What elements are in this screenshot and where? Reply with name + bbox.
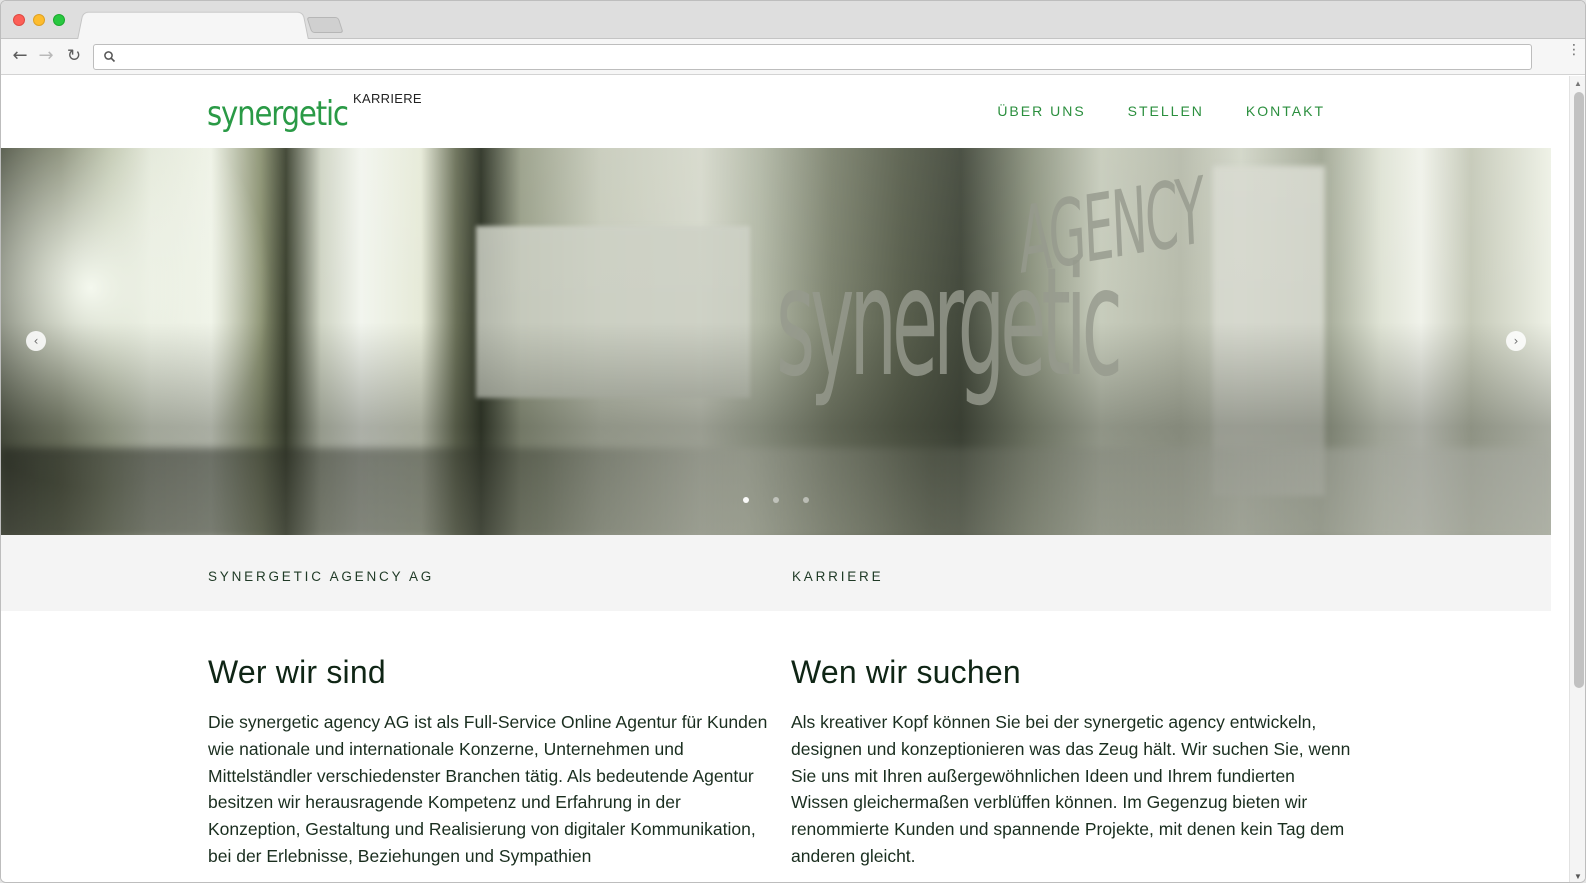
page-scrollbar[interactable]: ▲ ▼ [1569, 76, 1585, 882]
nav-item-ueber-uns[interactable]: ÜBER UNS [997, 103, 1085, 119]
nav-item-stellen[interactable]: STELLEN [1128, 103, 1204, 119]
scroll-up-icon[interactable]: ▲ [1574, 79, 1582, 88]
browser-window: ← → ↻ ⋮ synergetic KARRIERE ÜBER UNS STE… [0, 0, 1586, 883]
chevron-left-icon[interactable]: ‹ [26, 331, 46, 351]
maximize-window-button[interactable] [53, 14, 65, 26]
slider-pagination [743, 497, 809, 503]
minimize-window-button[interactable] [33, 14, 45, 26]
scroll-down-icon[interactable]: ▼ [1574, 872, 1582, 881]
page-viewport: synergetic KARRIERE ÜBER UNS STELLEN KON… [1, 76, 1569, 882]
company-label: SYNERGETIC AGENCY AG [208, 569, 435, 584]
scrollbar-thumb[interactable] [1574, 92, 1584, 688]
browser-menu-icon[interactable]: ⋮ [1567, 43, 1581, 67]
who-we-seek-column: Wen wir suchen Als kreativer Kopf können… [791, 654, 1351, 870]
who-we-seek-text: Als kreativer Kopf können Sie bei der sy… [791, 712, 1351, 866]
tab-bar [1, 1, 1585, 40]
logo-wordmark: synergetic [207, 94, 349, 134]
new-tab-button[interactable] [306, 17, 344, 33]
slider-dot-3[interactable] [803, 497, 809, 503]
nav-item-kontakt[interactable]: KONTAKT [1246, 103, 1325, 119]
close-window-button[interactable] [13, 14, 25, 26]
slider-dot-2[interactable] [773, 497, 779, 503]
who-we-are-column: Wer wir sind Die synergetic agency AG is… [208, 654, 768, 870]
browser-toolbar: ← → ↻ ⋮ [1, 39, 1585, 75]
who-we-seek-heading: Wen wir suchen [791, 654, 1021, 690]
chevron-right-icon[interactable]: › [1506, 331, 1526, 351]
hero-slider: synergetic AGENCY ‹ › [1, 148, 1551, 535]
back-arrow-icon[interactable]: ← [9, 45, 31, 67]
who-we-are-heading: Wer wir sind [208, 654, 386, 690]
reload-icon[interactable]: ↻ [63, 45, 85, 67]
section-label-band: SYNERGETIC AGENCY AG KARRIERE [1, 535, 1551, 611]
browser-tab[interactable] [77, 11, 309, 40]
address-bar[interactable] [93, 44, 1532, 70]
career-label: KARRIERE [792, 569, 884, 584]
who-we-are-text: Die synergetic agency AG ist als Full-Se… [208, 712, 768, 866]
main-navigation: ÜBER UNS STELLEN KONTAKT [997, 103, 1325, 119]
site-header: synergetic KARRIERE ÜBER UNS STELLEN KON… [1, 76, 1551, 148]
logo-subtitle: KARRIERE [353, 91, 422, 106]
search-icon [104, 51, 116, 63]
forward-arrow-icon[interactable]: → [35, 45, 57, 67]
slider-dot-1[interactable] [743, 497, 749, 503]
